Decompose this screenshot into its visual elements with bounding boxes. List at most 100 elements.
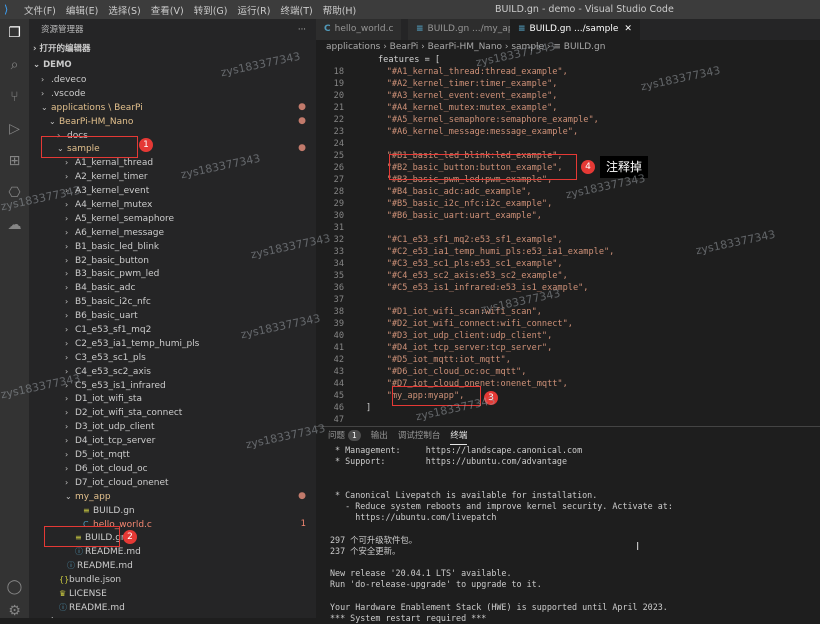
code-text: "#C3_e53_sc1_pls:e53_sc1_example", [366, 259, 563, 269]
tree-item[interactable]: › C2_e53_ia1_temp_humi_pls [29, 337, 316, 351]
source-control-icon[interactable]: ⑂ [6, 89, 23, 106]
menu-item[interactable]: 选择(S) [108, 3, 140, 17]
editor-tab[interactable]: Chello_world.c [316, 19, 403, 40]
tree-item[interactable]: › D5_iot_mqtt [29, 448, 316, 462]
tree-item[interactable]: › B5_basic_i2c_nfc [29, 295, 316, 309]
tree-item[interactable]: › D6_iot_cloud_oc [29, 462, 316, 476]
code-line[interactable]: 34 "#C3_e53_sc1_pls:e53_sc1_example", [316, 258, 820, 270]
menu-item[interactable]: 帮助(H) [323, 3, 357, 17]
chevron-right-icon: › [65, 158, 69, 168]
file-type-icon: {} [59, 575, 70, 585]
code-line[interactable]: 43 "#D6_iot_cloud_oc:oc_mqtt", [316, 366, 820, 378]
code-line[interactable]: 35 "#C4_e53_sc2_axis:e53_sc2_example", [316, 270, 820, 282]
run-debug-icon[interactable]: ▷ [6, 121, 23, 138]
tree-item[interactable]: › C3_e53_sc1_pls [29, 351, 316, 365]
files-icon[interactable]: ❐ [6, 25, 23, 42]
code-text: "#A1_kernal_thread:thread_example", [366, 67, 568, 77]
tree-item[interactable]: ⌄ my_app ● [29, 490, 316, 504]
code-line[interactable]: 21 "#A4_kernel_mutex:mutex_example", [316, 102, 820, 114]
code-line[interactable]: 38 "#D1_iot_wifi_scan:wifi_scan", [316, 306, 820, 318]
tree-item[interactable]: › A4_kernel_mutex [29, 198, 316, 212]
tree-item[interactable]: › .vscode [29, 87, 316, 101]
tree-item[interactable]: › .deveco [29, 73, 316, 87]
tree-item[interactable]: ⓘ README.md [29, 601, 316, 615]
tree-item[interactable]: ⓘ README.md [29, 559, 316, 573]
tree-item-label: D3_iot_udp_client [75, 422, 155, 433]
tree-item[interactable]: ≡ BUILD.gn [29, 504, 316, 518]
chevron-right-icon: › [65, 200, 69, 210]
code-line[interactable]: 41 "#D4_iot_tcp_server:tcp_server", [316, 342, 820, 354]
code-line[interactable]: 39 "#D2_iot_wifi_connect:wifi_connect", [316, 318, 820, 330]
code-line[interactable]: 23 "#A6_kernel_message:message_example", [316, 126, 820, 138]
tree-item[interactable]: › D1_iot_wifi_sta [29, 392, 316, 406]
activity-bar: ❐ ⌕ ⑂ ▷ ⊞ ⎔ ☁ ◯ ⚙ [0, 19, 29, 620]
chevron-right-icon: › [65, 172, 69, 182]
callout-number-4: 4 [581, 160, 595, 174]
tree-item[interactable]: › D2_iot_wifi_sta_connect [29, 406, 316, 420]
menu-item[interactable]: 运行(R) [237, 3, 270, 17]
menu-item[interactable]: 转到(G) [194, 3, 228, 17]
code-line[interactable]: 31 [316, 222, 820, 234]
account-icon[interactable]: ◯ [6, 579, 23, 596]
tree-item-label: applications \ BearPi [51, 102, 143, 113]
tree-item[interactable]: › A2_kernel_timer [29, 170, 316, 184]
code-text: "#C1_e53_sf1_mq2:e53_sf1_example", [366, 235, 563, 245]
tree-item[interactable]: ♛ LICENSE [29, 587, 316, 601]
panel-tab[interactable]: 输出 [371, 427, 388, 445]
callout-build-gn [44, 526, 120, 547]
panel-tab[interactable]: 问题 1 [328, 427, 361, 445]
menu-item[interactable]: 文件(F) [24, 3, 56, 17]
tree-item[interactable]: ⓘ README.md [29, 545, 316, 559]
code-line[interactable]: 18 "#A1_kernal_thread:thread_example", [316, 66, 820, 78]
extensions-icon[interactable]: ⊞ [6, 153, 23, 170]
code-line[interactable]: 37 [316, 294, 820, 306]
tree-item[interactable]: › B4_basic_adc [29, 281, 316, 295]
tree-item-label: B4_basic_adc [75, 283, 136, 294]
close-icon[interactable]: ✕ [624, 24, 632, 34]
line-number: 18 [333, 67, 344, 77]
terminal[interactable]: * Management: https://landscape.canonica… [316, 445, 820, 624]
code-line[interactable]: 36 "#C5_e53_is1_infrared:e53_is1_example… [316, 282, 820, 294]
file-type-icon: ⓘ [75, 547, 83, 557]
tree-item-label: B5_basic_i2c_nfc [75, 297, 151, 308]
search-icon[interactable]: ⌕ [6, 57, 23, 74]
file-type-icon: ≡ [83, 505, 90, 515]
tree-item[interactable]: › D7_iot_cloud_onenet [29, 476, 316, 490]
tab-label: BUILD.gn .../my_app [427, 24, 520, 34]
tree-item[interactable]: › B3_basic_pwm_led [29, 267, 316, 281]
chevron-right-icon: › [41, 88, 45, 98]
code-line[interactable]: 42 "#D5_iot_mqtt:iot_mqtt", [316, 354, 820, 366]
tree-item[interactable]: {}bundle.json [29, 573, 316, 587]
code-line[interactable]: 22 "#A5_kernel_semaphore:semaphore_examp… [316, 114, 820, 126]
code-line[interactable]: 47 [316, 414, 820, 426]
code-text: features = [ [378, 55, 441, 65]
more-actions-icon[interactable]: ··· [298, 19, 306, 41]
menu-item[interactable]: 编辑(E) [66, 3, 98, 17]
tree-item[interactable]: › A6_kernel_message [29, 226, 316, 240]
cloud-icon[interactable]: ☁ [6, 217, 23, 234]
terminal-line: 297 个可升级软件包。 [330, 534, 418, 545]
terminal-line: * Support: https://ubuntu.com/advantage [330, 456, 567, 467]
code-line[interactable]: 24 [316, 138, 820, 150]
menu-item[interactable]: 终端(T) [280, 3, 312, 17]
panel-tab[interactable]: 终端 [450, 427, 468, 445]
editor-tab[interactable]: ≡ BUILD.gn .../sample ✕ [510, 19, 641, 40]
breadcrumb[interactable]: applications › BearPi › BearPi-HM_Nano ›… [316, 40, 820, 54]
tree-item[interactable]: ⌄ applications \ BearPi ● [29, 101, 316, 115]
chevron-down-icon: ⌄ [65, 491, 72, 501]
code-line[interactable]: 30 "#B6_basic_uart:uart_example", [316, 210, 820, 222]
code-line[interactable]: features = [ [316, 54, 820, 66]
code-line[interactable]: 20 "#A3_kernel_event:event_example", [316, 90, 820, 102]
panel-tab-label: 调试控制台 [397, 431, 441, 441]
code-line[interactable]: 40 "#D3_iot_udp_client:udp_client", [316, 330, 820, 342]
code-text: "#D4_iot_tcp_server:tcp_server", [366, 343, 553, 353]
settings-gear-icon[interactable]: ⚙ [6, 603, 23, 620]
menu-item[interactable]: 查看(V) [151, 3, 184, 17]
tree-item[interactable]: ⌄ BearPi-HM_Nano ● [29, 115, 316, 129]
code-line[interactable]: 33 "#C2_e53_ia1_temp_humi_pls:e53_ia1_ex… [316, 246, 820, 258]
panel-tab[interactable]: 调试控制台 [398, 427, 441, 445]
code-text: "#A3_kernel_event:event_example", [366, 91, 558, 101]
code-line[interactable]: 19 "#A2_kernel_timer:timer_example", [316, 78, 820, 90]
tree-item[interactable]: › A5_kernel_semaphore [29, 212, 316, 226]
tree-item[interactable]: › A1_kernal_thread [29, 156, 316, 170]
